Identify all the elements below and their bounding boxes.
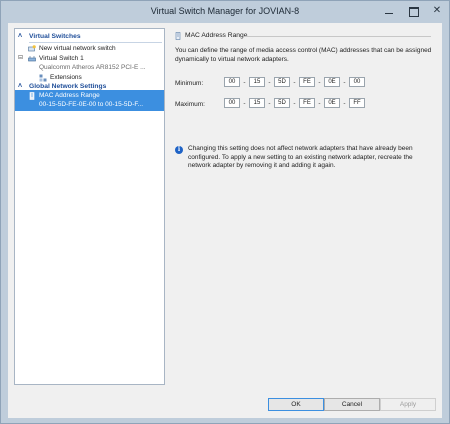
info-icon: i [175, 146, 183, 154]
mac-octet-field[interactable]: 5D [274, 77, 290, 87]
mac-octet-field[interactable]: 15 [249, 77, 265, 87]
octet-separator: - [268, 78, 271, 86]
detail-pane: MAC Address Range You can define the ran… [169, 28, 439, 385]
section-divider [29, 42, 162, 43]
settings-tree[interactable]: ˄ Virtual Switches New virtual network s… [14, 28, 165, 385]
octet-separator: - [343, 99, 346, 107]
new-switch-icon [28, 45, 36, 52]
mac-octet-field[interactable]: 15 [249, 98, 265, 108]
network-switch-icon [28, 56, 36, 62]
group-divider [244, 36, 431, 37]
octet-separator: - [293, 78, 296, 86]
extensions-icon [39, 74, 47, 82]
mac-octet-field[interactable]: 0E [324, 98, 340, 108]
mac-octet-field[interactable]: 5D [274, 98, 290, 108]
mac-octet-field[interactable]: 00 [349, 77, 365, 87]
close-icon[interactable]: ✕ [431, 5, 443, 17]
maximum-mac-input: 00 - 15 - 5D - FE - 0E - FF [224, 98, 365, 108]
tree-item-mac-address-range[interactable]: MAC Address Range 00-15-5D-FE-0E-00 to 0… [15, 90, 164, 111]
octet-separator: - [318, 99, 321, 107]
mac-range-icon [175, 32, 181, 40]
maximum-label: Maximum: [175, 101, 205, 108]
mac-octet-field[interactable]: FE [299, 77, 315, 87]
tree-item-sublabel: 00-15-5D-FE-0E-00 to 00-15-5D-F... [39, 101, 144, 108]
octet-separator: - [293, 99, 296, 107]
section-header-label: Virtual Switches [29, 33, 81, 40]
mac-range-icon [29, 92, 35, 100]
section-header-virtual-switches[interactable]: ˄ Virtual Switches [15, 32, 164, 43]
virtual-switch-manager-window: Virtual Switch Manager for JOVIAN-8 ✕ ˄ … [0, 0, 450, 424]
octet-separator: - [243, 78, 246, 86]
title-bar[interactable]: Virtual Switch Manager for JOVIAN-8 ✕ [1, 1, 449, 23]
minimum-label: Minimum: [175, 80, 204, 87]
maximize-icon[interactable] [407, 5, 419, 17]
ok-button[interactable]: OK [268, 398, 324, 411]
mac-octet-field[interactable]: FE [299, 98, 315, 108]
info-text: Changing this setting does not affect ne… [188, 145, 413, 169]
description-text: You can define the range of media access… [175, 47, 432, 63]
apply-button[interactable]: Apply [380, 398, 436, 411]
octet-separator: - [243, 99, 246, 107]
dialog-client-area: ˄ Virtual Switches New virtual network s… [8, 23, 442, 418]
tree-item-sublabel: Qualcomm Atheros AR8152 PCI-E ... [39, 64, 146, 71]
section-header-label: Global Network Settings [29, 83, 107, 90]
mac-octet-field[interactable]: 0E [324, 77, 340, 87]
octet-separator: - [318, 78, 321, 86]
dialog-footer: OK Cancel Apply [8, 391, 442, 418]
tree-item-label: New virtual network switch [39, 45, 116, 52]
octet-separator: - [268, 99, 271, 107]
minimize-icon[interactable] [383, 5, 395, 17]
minimum-mac-input: 00 - 15 - 5D - FE - 0E - 00 [224, 77, 365, 87]
window-title: Virtual Switch Manager for JOVIAN-8 [150, 6, 300, 16]
group-title: MAC Address Range [185, 32, 248, 39]
mac-octet-field[interactable]: 00 [224, 77, 240, 87]
collapse-chevron-icon[interactable]: ˄ [18, 32, 22, 42]
window-controls: ✕ [383, 5, 443, 17]
octet-separator: - [343, 78, 346, 86]
cancel-button[interactable]: Cancel [324, 398, 380, 411]
mac-octet-field[interactable]: 00 [224, 98, 240, 108]
expand-collapse-icon[interactable]: ⊟ [18, 54, 23, 61]
mac-octet-field[interactable]: FF [349, 98, 365, 108]
